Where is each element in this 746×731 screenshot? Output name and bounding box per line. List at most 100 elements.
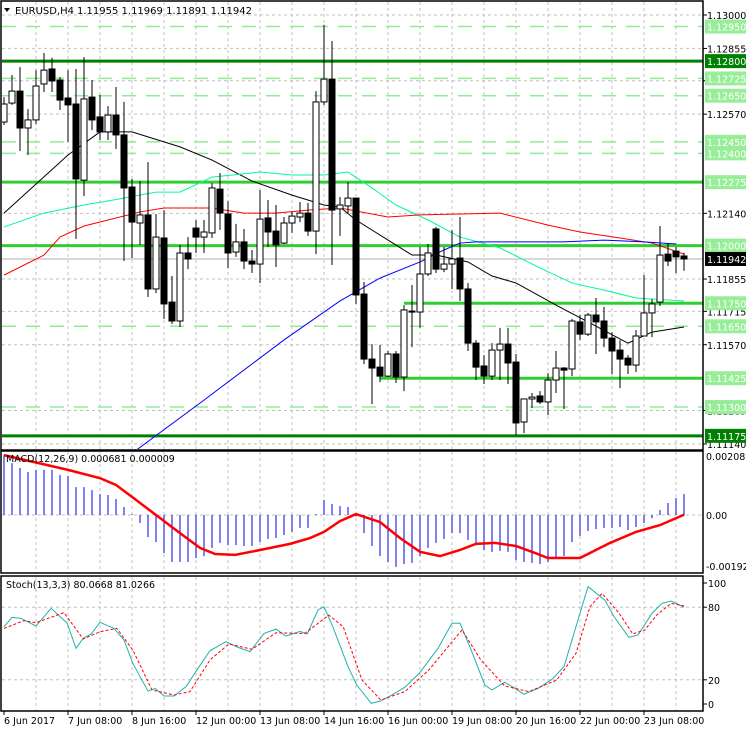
candle xyxy=(536,391,544,405)
candle-body-bear xyxy=(88,96,96,121)
time-tick-label: 16 Jun 00:00 xyxy=(388,716,448,727)
candle-body-bull xyxy=(320,78,328,103)
candle xyxy=(656,225,664,307)
candle xyxy=(584,312,592,336)
price-tick-label: 1.12570 xyxy=(707,110,746,121)
candle-body-bear xyxy=(64,97,72,106)
candle-body-bull xyxy=(384,353,392,377)
candle-body-bull xyxy=(416,273,424,313)
candle xyxy=(112,86,120,149)
candle xyxy=(344,181,352,214)
candle xyxy=(184,237,192,270)
candle-body-bear xyxy=(576,321,584,335)
level-price-label: 1.12800 xyxy=(707,57,746,68)
candle-body-bear xyxy=(216,188,224,214)
candle xyxy=(248,249,256,274)
macd-tick-label: 0.002087 xyxy=(706,452,746,463)
level-price-label: 1.12000 xyxy=(707,242,746,253)
candle xyxy=(560,367,568,410)
candle xyxy=(208,183,216,238)
candle xyxy=(512,353,520,436)
candle xyxy=(608,332,616,375)
candle-body-bear xyxy=(184,252,192,260)
candle-body-bull xyxy=(280,222,288,244)
level-price-label: 1.12725 xyxy=(707,74,746,85)
candle xyxy=(680,252,688,271)
candle xyxy=(424,243,432,277)
time-tick-label: 13 Jun 08:00 xyxy=(260,716,320,727)
candle-body-bear xyxy=(480,365,488,377)
candle-body-bear xyxy=(392,353,400,378)
candle-body-bear xyxy=(96,116,104,133)
candle xyxy=(296,202,304,223)
candle-body-bear xyxy=(160,237,168,305)
candle xyxy=(272,205,280,268)
candle-body-bull xyxy=(632,335,640,366)
candle-body-bear xyxy=(672,250,680,258)
candle-body-bear xyxy=(48,68,56,82)
candle-body-bull xyxy=(448,258,456,265)
time-tick-label: 12 Jun 00:00 xyxy=(196,716,256,727)
stoch-tick-label: 20 xyxy=(708,676,720,687)
macd-tick-label: -0.001922 xyxy=(706,562,746,573)
time-tick-label: 7 Jun 08:00 xyxy=(68,716,122,727)
candle-body-bull xyxy=(232,241,240,253)
candle xyxy=(456,217,464,301)
chart-canvas[interactable]: 1.130001.128551.127151.125701.121401.118… xyxy=(0,0,746,731)
candle-body-bull xyxy=(24,119,32,129)
candle-body-bear xyxy=(224,213,232,254)
candle xyxy=(24,109,32,155)
candle xyxy=(432,226,440,274)
candle-body-bear xyxy=(664,253,672,262)
stoch-signal-line xyxy=(3,592,685,701)
candle-body-bull xyxy=(344,197,352,207)
candle-body-bull xyxy=(552,367,560,381)
candle xyxy=(472,340,480,381)
candle xyxy=(384,350,392,378)
level-price-label: 1.12950 xyxy=(707,23,746,34)
panel-frame xyxy=(0,450,704,574)
stochastic-panel xyxy=(3,585,685,704)
candle-body-bull xyxy=(152,236,160,290)
stoch-tick-label: 100 xyxy=(708,579,726,590)
candle-body-bear xyxy=(680,255,688,260)
candle xyxy=(464,282,472,351)
candle-body-bear xyxy=(376,366,384,377)
candle xyxy=(488,343,496,381)
level-price-label: 1.12400 xyxy=(707,149,746,160)
time-tick-label: 19 Jun 08:00 xyxy=(452,716,512,727)
time-tick-label: 14 Jun 16:00 xyxy=(324,716,384,727)
candle-body-bull xyxy=(336,204,344,210)
candle-body-bear xyxy=(192,227,200,238)
candle xyxy=(176,244,184,328)
level-price-label: 1.12275 xyxy=(707,178,746,189)
candle xyxy=(48,57,56,93)
candle-body-bear xyxy=(560,367,568,371)
candle-body-bear xyxy=(600,320,608,339)
candle-body-bear xyxy=(512,361,520,424)
macd-panel xyxy=(3,453,685,567)
candle xyxy=(520,398,528,434)
candles xyxy=(2,24,688,436)
candle-body-bear xyxy=(128,186,136,223)
candle xyxy=(312,91,320,255)
candle xyxy=(672,246,680,274)
candle-body-bear xyxy=(328,78,336,211)
candle-body-bull xyxy=(176,252,184,322)
candle xyxy=(280,217,288,244)
level-price-label: 1.11425 xyxy=(707,374,746,385)
candle-body-bull xyxy=(200,231,208,238)
chart-header: EURUSD,H4 1.11955 1.11969 1.11891 1.1194… xyxy=(4,6,252,17)
price-tick-label: 1.12855 xyxy=(707,44,746,55)
candle-body-bear xyxy=(264,217,272,233)
candle-body-bear xyxy=(144,214,152,290)
level-price-label: 1.11650 xyxy=(707,322,746,333)
stoch-tick-label: 0 xyxy=(708,700,714,711)
candle-body-bear xyxy=(368,358,376,369)
time-tick-label: 22 Jun 00:00 xyxy=(580,716,640,727)
candle xyxy=(448,229,456,289)
candle xyxy=(88,80,96,131)
candle-body-bear xyxy=(248,260,256,265)
triangle-down-icon[interactable] xyxy=(4,8,10,12)
candle xyxy=(152,214,160,294)
